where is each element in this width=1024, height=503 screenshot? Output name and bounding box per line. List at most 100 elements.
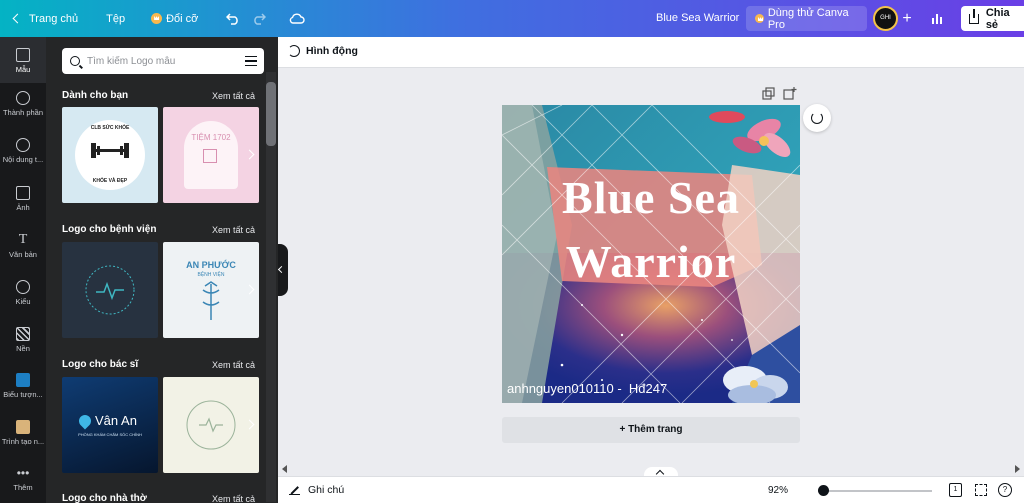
heartbeat-logo-image [85,265,135,315]
text-icon: T [18,232,28,247]
top-bar: Trang chủ Tệp Đổi cỡ Blue Sea Warrior Dù… [0,0,1024,37]
rail-label: Mẫu [15,65,31,74]
see-all-link[interactable]: Xem tất cả [212,225,255,235]
bar-chart-icon-bar [936,14,938,24]
see-all-link[interactable]: Xem tất cả [212,360,255,370]
bar-chart-icon-bar [940,17,942,24]
more-icon: ••• [16,466,30,480]
duplicate-page-icon[interactable] [761,87,775,101]
rail-label: Ảnh [16,203,30,212]
undo-icon [226,12,239,25]
van-an-title: Vân An [95,413,137,428]
see-all-link[interactable]: Xem tất cả [212,494,255,503]
redo-icon [254,12,267,25]
page-count-button[interactable]: 1 [949,483,962,497]
home-label: Trang chủ [29,12,79,25]
try-pro-button[interactable]: Dùng thử Canva Pro [746,6,867,31]
undo-button[interactable] [220,0,246,37]
avatar[interactable]: GHI [873,6,898,31]
share-button[interactable]: Chia sẻ [961,6,1024,31]
rail-item-background[interactable]: Nền [0,327,46,353]
cloud-icon [290,13,305,24]
add-page-button[interactable]: + Thêm trang [502,417,800,443]
zoom-level[interactable]: 92% [768,485,788,496]
palette-icon [16,280,30,294]
logo-top-text: CLB SỨC KHỎE [90,125,130,131]
rail-item-text[interactable]: T Văn bản [0,232,46,260]
share-label: Chia sẻ [985,6,1010,31]
section-title: Dành cho bạn [62,90,129,101]
template-thumb-hospital-dark[interactable] [62,242,158,338]
rail-label: Văn bản [9,250,37,259]
van-an-sub: PHÒNG KHÁM CHĂM SÓC CHÍNH [78,432,142,437]
zoom-slider-track[interactable] [818,490,932,492]
try-pro-label: Dùng thử Canva Pro [767,6,849,31]
dumbbell-logo-image [75,120,145,190]
collapse-panel-button[interactable] [278,244,288,296]
carousel-next-button[interactable] [245,419,255,429]
zoom-slider-handle[interactable] [818,485,829,496]
fullscreen-icon[interactable] [975,484,987,496]
help-button[interactable]: ? [998,483,1012,497]
template-thumb-health-club[interactable]: CLB SỨC KHỎE KHỎE VÀ ĐẸP [62,107,158,203]
rail-label: Thành phần [2,108,44,117]
search-icon [70,56,80,66]
rail-item-uploads[interactable]: Nội dung t... [0,138,46,164]
notes-button[interactable]: Ghi chú [289,484,344,496]
file-menu[interactable]: Tệp [98,0,133,37]
rail-item-elements[interactable]: Thành phần [0,91,46,117]
scroll-left-icon [282,465,287,473]
templates-panel: Dành cho bạn Xem tất cả CLB SỨC KHỎE KHỎ… [46,37,278,503]
resize-label: Đổi cỡ [166,12,199,25]
tiem-logo-title: TIỆM 1702 [191,133,231,142]
share-icon [969,8,979,24]
rail-label: Thêm [13,483,33,492]
home-button[interactable]: Trang chủ [0,0,86,37]
shapes-icon [16,91,30,105]
filter-icon[interactable] [245,56,257,66]
design-title-text-line-1[interactable]: Blue Sea [502,171,800,224]
rail-item-styles[interactable]: Kiểu [0,280,46,306]
image-icon [16,186,30,200]
redo-button[interactable] [246,0,272,37]
rail-label: Nội dung t... [2,155,44,164]
carousel-next-button[interactable] [245,284,255,294]
section-title: Logo cho nhà thờ [62,493,147,503]
watermark-text[interactable]: anhnguyen010110 - Hđ247 [507,381,667,396]
rail-item-logos[interactable]: Biểu tượn... [0,373,46,399]
rail-label: Trình tạo n... [1,437,45,446]
magic-refresh-button[interactable] [803,104,831,132]
see-all-link[interactable]: Xem tất cả [212,91,255,101]
rail-label: Nền [16,344,30,353]
editor-toolbar: Hình động [278,37,1024,68]
animate-button[interactable]: Hình động [288,45,358,57]
design-title[interactable]: Blue Sea Warrior [656,0,739,37]
add-page-icon[interactable] [783,86,797,100]
carousel-next-button[interactable] [245,149,255,159]
rail-item-more[interactable]: ••• Thêm [0,467,46,492]
design-title-text-line-2[interactable]: Warrior [502,235,800,288]
insights-button[interactable] [922,6,952,31]
emoji-app-icon [16,373,30,387]
template-thumb-van-an[interactable]: Vân An PHÒNG KHÁM CHĂM SÓC CHÍNH [62,377,158,473]
resize-button[interactable]: Đổi cỡ [143,0,206,37]
section-title: Logo cho bác sĩ [62,359,139,370]
bar-chart-icon [932,18,934,24]
rail-item-creator[interactable]: Trình tạo n... [0,420,46,446]
rail-item-templates[interactable]: Mẫu [0,37,46,83]
rail-label: Biểu tượn... [3,390,43,399]
section-title: Logo cho bệnh viện [62,224,157,235]
search-input[interactable] [87,55,227,67]
chevron-left-icon [12,13,23,24]
add-member-button[interactable]: + [897,6,917,31]
design-canvas[interactable]: Blue Sea Warrior anhnguyen010110 - Hđ247 [502,105,800,403]
rail-item-photos[interactable]: Ảnh [0,186,46,212]
side-rail: Mẫu Thành phần Nội dung t... Ảnh T Văn b… [0,37,46,503]
cloud-save-button[interactable] [284,0,310,37]
pattern-icon [16,327,30,341]
panel-scrollbar-thumb[interactable] [266,82,276,146]
logo-bottom-text: KHỎE VÀ ĐẸP [92,178,128,184]
file-label: Tệp [106,12,126,25]
scroll-right-icon [1015,465,1020,473]
templates-icon [16,48,30,62]
